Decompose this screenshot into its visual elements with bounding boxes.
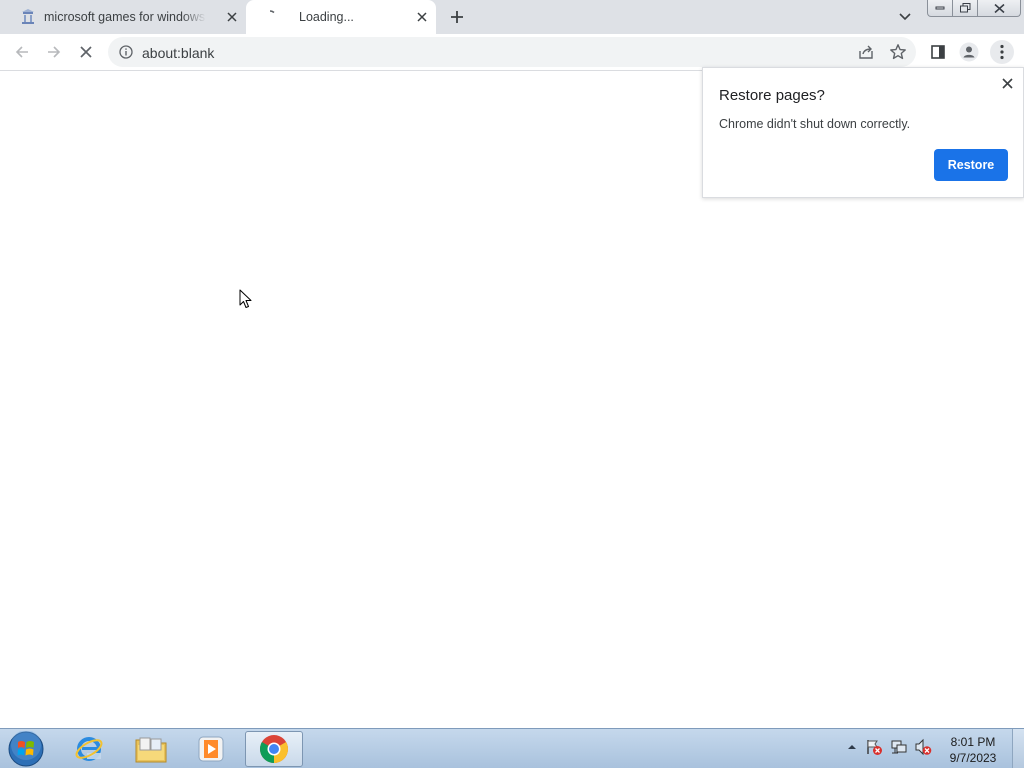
star-icon[interactable] bbox=[889, 43, 907, 61]
chrome-icon[interactable] bbox=[245, 731, 303, 767]
tab-microsoft-games[interactable]: microsoft games for windows 7, ( bbox=[0, 0, 246, 34]
info-icon[interactable] bbox=[118, 44, 134, 60]
stop-icon[interactable] bbox=[74, 40, 98, 64]
close-tab-icon[interactable] bbox=[224, 9, 240, 25]
back-arrow-icon[interactable] bbox=[10, 40, 34, 64]
close-dialog-icon[interactable] bbox=[999, 75, 1015, 91]
new-tab-icon[interactable] bbox=[446, 6, 468, 28]
share-icon[interactable] bbox=[858, 44, 874, 60]
action-center-flag-icon[interactable] bbox=[864, 737, 884, 757]
dialog-title: Restore pages? bbox=[719, 87, 825, 104]
show-desktop-button[interactable] bbox=[1012, 729, 1024, 768]
file-explorer-icon[interactable] bbox=[122, 731, 180, 767]
close-tab-icon[interactable] bbox=[414, 9, 430, 25]
address-bar[interactable]: about:blank bbox=[108, 37, 916, 67]
internet-explorer-icon[interactable] bbox=[60, 731, 118, 767]
menu-icon[interactable] bbox=[990, 40, 1014, 64]
restore-pages-dialog: Restore pages? Chrome didn't shut down c… bbox=[702, 67, 1024, 198]
forward-arrow-icon[interactable] bbox=[42, 40, 66, 64]
tab-search-chevron-icon[interactable] bbox=[896, 8, 914, 26]
loading-spinner-icon bbox=[262, 9, 278, 25]
volume-muted-icon[interactable] bbox=[913, 737, 933, 757]
browser-toolbar: about:blank bbox=[0, 34, 1024, 71]
close-window-button[interactable] bbox=[978, 0, 1021, 17]
clock-time: 8:01 PM bbox=[950, 735, 996, 749]
restore-button[interactable]: Restore bbox=[934, 149, 1008, 181]
network-icon[interactable] bbox=[889, 737, 909, 757]
tab-title: Loading... bbox=[299, 10, 354, 24]
system-clock[interactable]: 8:01 PM 9/7/2023 bbox=[942, 734, 1004, 766]
media-player-icon[interactable] bbox=[182, 731, 240, 767]
url-text[interactable]: about:blank bbox=[142, 45, 214, 61]
side-panel-icon[interactable] bbox=[926, 40, 950, 64]
restore-window-button[interactable] bbox=[953, 0, 978, 17]
tab-loading[interactable]: Loading... bbox=[246, 0, 436, 34]
taskbar: 8:01 PM 9/7/2023 bbox=[0, 728, 1024, 768]
minimize-button[interactable] bbox=[927, 0, 953, 17]
tab-strip: microsoft games for windows 7, ( Loading… bbox=[0, 0, 1024, 34]
start-orb-icon[interactable] bbox=[6, 730, 46, 768]
dialog-message: Chrome didn't shut down correctly. bbox=[719, 117, 911, 131]
mouse-cursor-icon bbox=[239, 289, 252, 308]
clock-date: 9/7/2023 bbox=[949, 751, 997, 765]
show-hidden-icons-icon[interactable] bbox=[842, 737, 862, 757]
tab-title: microsoft games for windows 7, ( bbox=[44, 10, 206, 24]
profile-icon[interactable] bbox=[957, 40, 981, 64]
window-controls bbox=[927, 0, 1021, 18]
site-favicon-icon bbox=[20, 9, 36, 25]
